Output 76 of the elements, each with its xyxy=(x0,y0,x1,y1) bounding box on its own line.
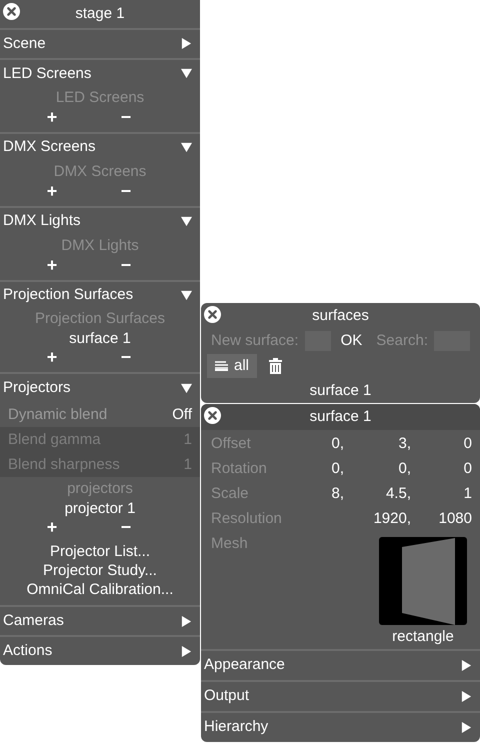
list-item[interactable]: surface 1 xyxy=(0,329,200,348)
close-icon[interactable] xyxy=(3,3,20,20)
panel-title: surfaces xyxy=(312,306,369,326)
section-header[interactable]: Cameras xyxy=(0,607,200,636)
section-header[interactable]: DMX Lights xyxy=(0,208,200,236)
list-label: DMX Lights xyxy=(60,236,140,256)
remove-button[interactable]: − xyxy=(120,518,132,536)
property-value[interactable]: 0 xyxy=(411,456,472,481)
section-title: Scene xyxy=(3,34,46,54)
section-header[interactable]: LED Screens xyxy=(0,60,200,88)
add-button[interactable]: + xyxy=(46,108,58,126)
add-button[interactable]: + xyxy=(46,256,58,274)
trash-icon[interactable] xyxy=(269,358,282,374)
section-title: Actions xyxy=(3,640,52,661)
section-title: DMX Lights xyxy=(3,211,81,232)
section-header[interactable]: DMX Screens xyxy=(0,134,200,162)
close-icon[interactable] xyxy=(204,306,221,323)
list-label: DMX Screens xyxy=(52,162,148,182)
remove-button[interactable]: − xyxy=(120,256,132,274)
section-header[interactable]: Output xyxy=(201,682,480,711)
setting-row[interactable]: Dynamic blend Off xyxy=(0,402,200,428)
mesh-caption: rectangle xyxy=(392,627,454,647)
panel-title: surface 1 xyxy=(310,406,372,427)
section-title: Projection Surfaces xyxy=(3,285,134,306)
section-header[interactable]: Projectors xyxy=(0,374,200,402)
property-value[interactable]: 3, xyxy=(344,431,411,456)
remove-button[interactable]: − xyxy=(120,348,132,366)
list-label: LED Screens xyxy=(54,88,146,108)
new-surface-label: New surface: xyxy=(211,330,299,351)
setting-label: Dynamic blend xyxy=(8,404,108,424)
mesh-preview-drawing[interactable] xyxy=(379,537,467,625)
setting-value: Off xyxy=(172,404,192,424)
list-item[interactable]: surface 1 xyxy=(201,380,480,402)
property-label: Scale xyxy=(211,484,250,504)
property-label: Rotation xyxy=(211,459,268,479)
section-title: Output xyxy=(204,686,250,706)
section-title: Projectors xyxy=(3,378,71,398)
list-icon xyxy=(215,361,228,371)
filter-button[interactable]: all xyxy=(207,354,258,378)
property-value[interactable]: 1080 xyxy=(411,506,472,531)
section-header[interactable]: Appearance xyxy=(201,651,480,680)
property-value[interactable]: 0, xyxy=(282,456,344,481)
section-title: Hierarchy xyxy=(204,717,268,738)
property-label: Resolution xyxy=(211,509,282,529)
section-header[interactable]: Hierarchy xyxy=(201,713,480,742)
section-title: Cameras xyxy=(3,610,64,631)
remove-button[interactable]: − xyxy=(120,182,132,200)
close-icon[interactable] xyxy=(204,407,221,424)
ok-button[interactable]: OK xyxy=(336,330,366,352)
section-header[interactable]: Projection Surfaces xyxy=(0,282,200,310)
property-value[interactable]: 0 xyxy=(411,431,472,456)
link-button[interactable]: Projector Study... xyxy=(43,561,157,580)
property-label: Offset xyxy=(211,434,252,454)
property-label: Mesh xyxy=(211,534,249,554)
link-button[interactable]: Projector List... xyxy=(50,542,150,562)
property-value[interactable]: 0, xyxy=(344,456,411,481)
list-label: projectors xyxy=(66,479,134,500)
section-title: Appearance xyxy=(204,655,285,676)
section-header[interactable]: Scene xyxy=(0,30,200,58)
section-title: DMX Screens xyxy=(3,137,96,158)
property-value[interactable]: 4.5, xyxy=(344,481,411,506)
section-title: LED Screens xyxy=(3,64,92,84)
search-label: Search: xyxy=(376,330,428,351)
property-value[interactable]: 0, xyxy=(282,431,344,456)
list-label: Projection Surfaces xyxy=(34,309,166,330)
add-button[interactable]: + xyxy=(46,518,58,536)
add-button[interactable]: + xyxy=(46,348,58,366)
property-value[interactable]: 1920, xyxy=(344,506,411,531)
property-value[interactable]: 8, xyxy=(282,481,344,506)
add-button[interactable]: + xyxy=(46,182,58,200)
section-header[interactable]: Actions xyxy=(0,637,200,665)
property-value[interactable]: 1 xyxy=(411,481,472,506)
remove-button[interactable]: − xyxy=(120,108,132,126)
panel-title: stage 1 xyxy=(75,4,125,24)
link-button[interactable]: OmniCal Calibration... xyxy=(26,580,174,600)
list-item[interactable]: projector 1 xyxy=(0,499,200,518)
